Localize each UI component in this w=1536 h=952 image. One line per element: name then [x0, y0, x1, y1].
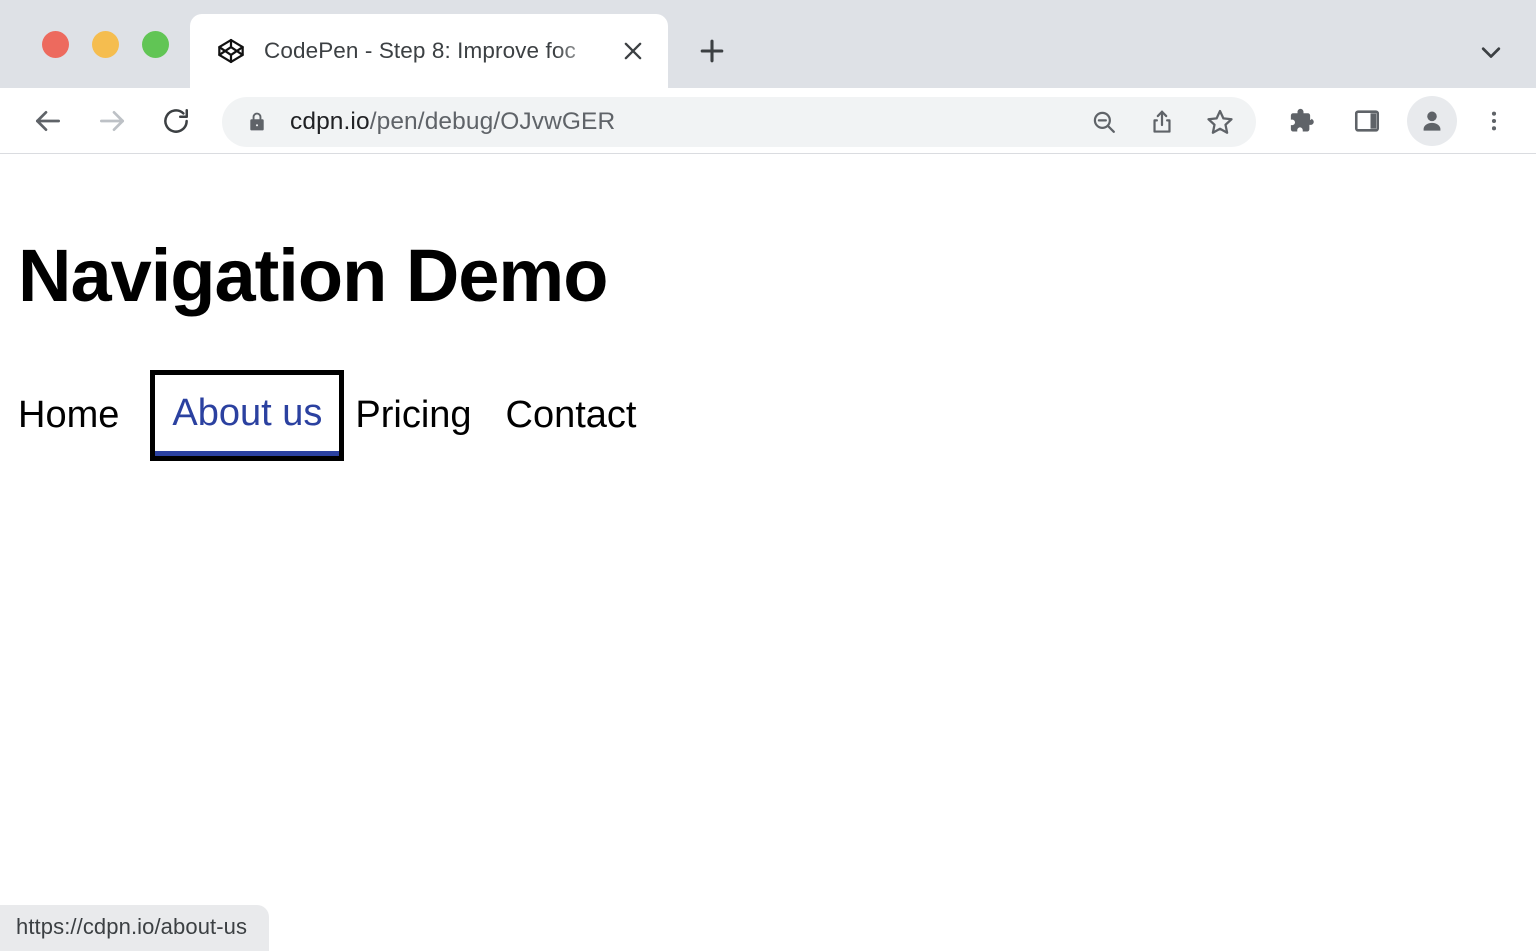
window-traffic-lights — [42, 31, 169, 58]
forward-button[interactable] — [84, 93, 140, 149]
new-tab-button[interactable] — [686, 29, 738, 73]
tab-strip: CodePen - Step 8: Improve foc — [0, 0, 1536, 88]
nav-link-about-us[interactable]: About us — [155, 375, 339, 456]
share-icon[interactable] — [1136, 96, 1188, 148]
more-vertical-icon — [1481, 108, 1507, 134]
browser-window: CodePen - Step 8: Improve foc — [0, 0, 1536, 952]
back-button[interactable] — [20, 93, 76, 149]
profile-button[interactable] — [1407, 96, 1457, 146]
lock-icon[interactable] — [244, 109, 270, 135]
close-icon[interactable] — [610, 28, 656, 74]
arrow-left-icon — [32, 105, 64, 137]
window-close-button[interactable] — [42, 31, 69, 58]
address-bar-url: cdpn.io/pen/debug/OJvwGER — [290, 108, 1078, 136]
tab-search-button[interactable] — [1468, 30, 1514, 74]
extensions-button[interactable] — [1275, 95, 1327, 147]
status-bar-url: https://cdpn.io/about-us — [0, 905, 269, 951]
plus-icon — [698, 37, 726, 65]
site-navigation: Home About us Pricing Contact — [0, 375, 1536, 456]
zoom-out-icon[interactable] — [1078, 96, 1130, 148]
window-minimize-button[interactable] — [92, 31, 119, 58]
chrome-menu-button[interactable] — [1468, 95, 1520, 147]
tab-title: CodePen - Step 8: Improve foc — [264, 38, 610, 64]
bookmark-star-icon[interactable] — [1194, 96, 1246, 148]
side-panel-button[interactable] — [1341, 95, 1393, 147]
url-path: /pen/debug/OJvwGER — [370, 108, 616, 135]
toolbar-right-actions — [1268, 88, 1520, 154]
reload-icon — [161, 106, 191, 136]
extensions-puzzle-icon — [1286, 106, 1316, 136]
browser-tab-active[interactable]: CodePen - Step 8: Improve foc — [190, 14, 668, 88]
page-viewport: Navigation Demo Home About us Pricing Co… — [0, 154, 1536, 951]
window-maximize-button[interactable] — [142, 31, 169, 58]
reload-button[interactable] — [148, 93, 204, 149]
address-bar[interactable]: cdpn.io/pen/debug/OJvwGER — [222, 97, 1256, 147]
arrow-right-icon — [96, 105, 128, 137]
side-panel-icon — [1353, 107, 1381, 135]
url-host: cdpn.io — [290, 108, 370, 135]
page-title: Navigation Demo — [18, 237, 1536, 315]
nav-link-home[interactable]: Home — [18, 396, 119, 434]
chevron-down-icon — [1478, 39, 1504, 65]
nav-link-contact[interactable]: Contact — [506, 396, 637, 434]
codepen-icon — [216, 36, 246, 66]
browser-toolbar: cdpn.io/pen/debug/OJvwGER — [0, 88, 1536, 154]
nav-link-pricing[interactable]: Pricing — [355, 396, 471, 434]
profile-avatar-icon — [1418, 107, 1446, 135]
